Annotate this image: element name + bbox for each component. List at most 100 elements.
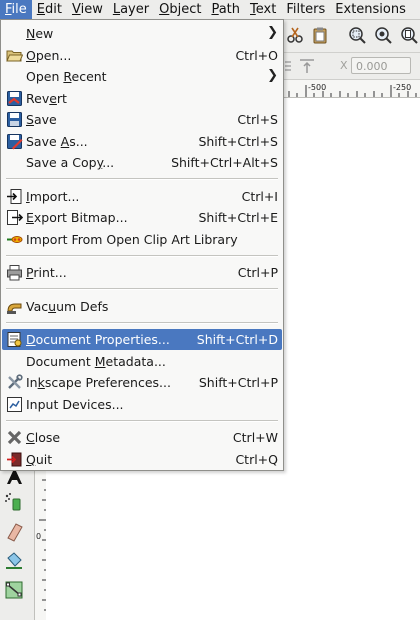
commands-toolbar [284, 20, 420, 53]
menu-object-label: bject [169, 2, 202, 17]
zoom-drawing-icon[interactable] [374, 26, 392, 44]
cut-icon[interactable] [286, 26, 304, 44]
menu-object[interactable]: Object [154, 0, 206, 19]
close-icon [7, 430, 22, 445]
menu-item-revert[interactable]: Revert [2, 88, 282, 109]
menu-item-label: Vacuum Defs [26, 299, 109, 314]
save-as-icon [7, 134, 23, 150]
menu-item-shortcut: Ctrl+P [237, 265, 278, 280]
menu-item-close[interactable]: Close Ctrl+W [2, 427, 282, 448]
menu-item-inkscape-preferences[interactable]: Inkscape Preferences... Shift+Ctrl+P [2, 372, 282, 393]
menu-edit-label: dit [45, 2, 62, 17]
menu-item-input-devices[interactable]: Input Devices... [2, 394, 282, 415]
vacuum-icon [7, 303, 22, 314]
text-tool-icon[interactable] [4, 470, 24, 490]
menu-view-label: iew [80, 2, 103, 17]
distribute-icon[interactable] [284, 57, 292, 75]
vruler-label-zero: 0 [36, 532, 42, 541]
submenu-arrow-icon: ❯ [267, 68, 278, 83]
menu-item-quit[interactable]: Quit Ctrl+Q [2, 449, 282, 470]
menu-filters-label: Filters [286, 2, 326, 17]
menu-item-label: Inkscape Preferences... [26, 375, 171, 390]
ruler-label-minus-250: -250 [393, 83, 412, 92]
horizontal-ruler: -500 -250 [284, 80, 420, 98]
menu-item-shortcut: Shift+Ctrl+S [198, 134, 278, 149]
preferences-icon [8, 374, 23, 389]
menu-item-shortcut: Ctrl+O [235, 48, 278, 63]
menu-separator [6, 420, 278, 422]
menubar: File Edit View Layer Object Path Text Fi… [0, 0, 420, 20]
menu-item-shortcut: Shift+Ctrl+D [196, 332, 278, 347]
menu-extensions[interactable]: Extensions [330, 0, 411, 19]
save-icon [7, 112, 22, 127]
menu-item-open-recent[interactable]: Open Recent ❯ [2, 66, 282, 87]
x-coordinate-input[interactable]: 0.000 [351, 57, 411, 74]
menu-item-save-as[interactable]: Save As... Shift+Ctrl+S [2, 131, 282, 152]
menu-item-save-a-copy[interactable]: Save a Copy... Shift+Ctrl+Alt+S [2, 152, 282, 173]
raise-to-top-icon[interactable] [298, 57, 316, 75]
import-icon [7, 189, 22, 204]
revert-icon [7, 91, 22, 106]
zoom-selection-icon[interactable] [348, 26, 366, 44]
export-icon [7, 210, 23, 225]
ruler-label-minus-500: -500 [308, 83, 327, 92]
paint-bucket-tool-icon[interactable] [4, 550, 24, 570]
menu-item-label: Save As... [26, 134, 88, 149]
menu-filters[interactable]: Filters [281, 0, 330, 19]
menu-file[interactable]: File [0, 0, 32, 19]
menu-item-document-metadata[interactable]: Document Metadata... [2, 351, 282, 372]
menu-item-label: Print... [26, 265, 67, 280]
file-menu-dropdown: New ❯ Open... Ctrl+O Open Recent ❯ Rever… [0, 19, 284, 471]
menu-item-export-bitmap[interactable]: Export Bitmap... Shift+Ctrl+E [2, 207, 282, 228]
menu-text[interactable]: Text [245, 0, 281, 19]
menu-item-open[interactable]: Open... Ctrl+O [2, 45, 282, 66]
menu-item-label: Save a Copy... [26, 155, 115, 170]
menu-path[interactable]: Path [206, 0, 245, 19]
menu-item-new[interactable]: New ❯ [2, 23, 282, 44]
input-devices-icon [7, 397, 22, 412]
menu-layer[interactable]: Layer [108, 0, 154, 19]
paste-icon[interactable] [311, 26, 329, 44]
menu-view-mnemonic: V [71, 2, 81, 17]
clipart-icon [7, 236, 23, 243]
menu-item-import[interactable]: Import... Ctrl+I [2, 186, 282, 207]
zoom-page-icon[interactable] [400, 26, 418, 44]
menu-item-shortcut: Ctrl+W [232, 430, 278, 445]
menu-item-shortcut: Ctrl+I [241, 189, 278, 204]
menu-path-mnemonic: P [211, 2, 219, 17]
menu-item-label: Revert [26, 91, 67, 106]
menu-item-label: Import... [26, 189, 80, 204]
menu-edit-mnemonic: E [36, 2, 45, 17]
eraser-tool-icon[interactable] [4, 522, 24, 542]
menu-item-document-properties[interactable]: Document Properties... Shift+Ctrl+D [2, 329, 282, 350]
menu-item-label: Close [26, 430, 61, 445]
menu-view[interactable]: View [67, 0, 108, 19]
print-icon [7, 265, 22, 281]
menu-item-shortcut: Shift+Ctrl+P [198, 375, 278, 390]
quit-icon [7, 452, 22, 467]
document-properties-icon [7, 332, 22, 347]
menu-item-label: Document Metadata... [26, 354, 166, 369]
menu-item-shortcut: Ctrl+Q [235, 452, 278, 467]
menu-object-mnemonic: O [159, 2, 170, 17]
menu-item-print[interactable]: Print... Ctrl+P [2, 262, 282, 283]
menu-item-label: Import From Open Clip Art Library [26, 232, 238, 247]
menu-item-shortcut: Shift+Ctrl+E [198, 210, 279, 225]
menu-item-label: Export Bitmap... [26, 210, 128, 225]
menu-item-save[interactable]: Save Ctrl+S [2, 109, 282, 130]
menu-separator [6, 178, 278, 180]
menu-layer-label: ayer [120, 2, 150, 17]
menu-separator [6, 288, 278, 290]
menu-item-label: New [26, 26, 54, 41]
menu-edit[interactable]: Edit [32, 0, 67, 19]
menu-item-import-clip-art[interactable]: Import From Open Clip Art Library [2, 229, 282, 250]
menu-path-label: ath [218, 2, 241, 17]
spray-tool-icon[interactable] [4, 492, 24, 512]
menu-text-label: ext [255, 2, 277, 17]
menu-item-label: Open Recent [26, 69, 107, 84]
gradient-tool-icon[interactable] [4, 580, 24, 600]
menu-item-label: Open... [26, 48, 72, 63]
menu-item-vacuum-defs[interactable]: Vacuum Defs [2, 296, 282, 317]
menu-separator [6, 255, 278, 257]
menu-item-label: Quit [26, 452, 53, 467]
